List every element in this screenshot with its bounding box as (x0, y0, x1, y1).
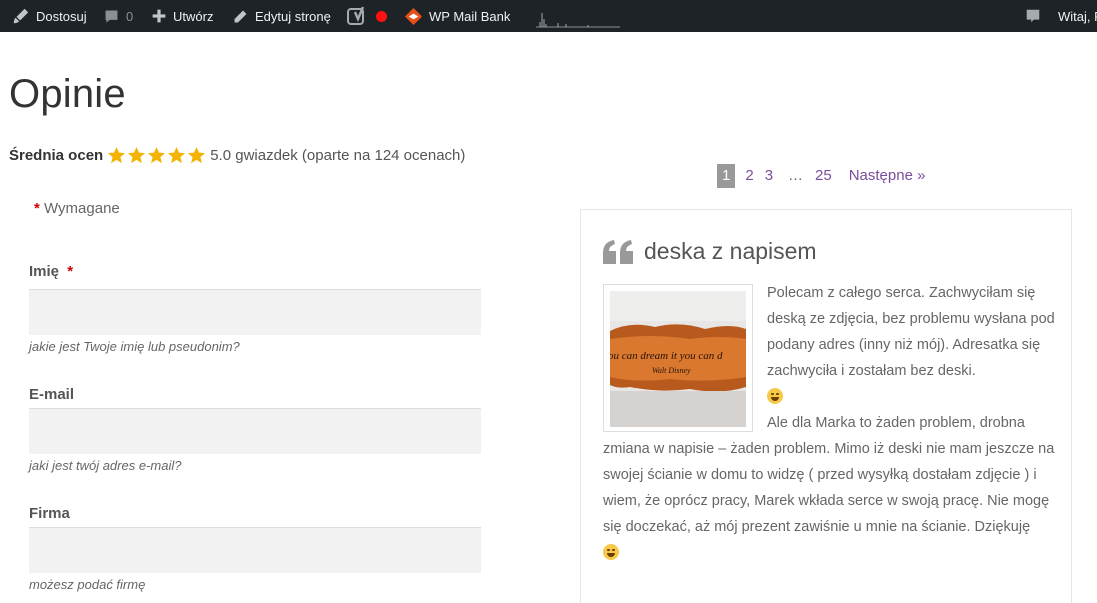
record-dot-icon (376, 10, 387, 22)
name-field[interactable] (29, 289, 481, 335)
plus-icon (152, 9, 166, 23)
rating-summary: 5.0 gwiazdek (oparte na 124 ocenach) (210, 146, 466, 164)
status-indicator[interactable] (376, 0, 387, 32)
account-menu[interactable]: Witaj, F (1058, 0, 1097, 32)
smile-emoji-icon (603, 544, 619, 560)
required-marker: * (34, 200, 40, 217)
comment-icon (105, 10, 118, 22)
brush-icon (13, 8, 29, 24)
star-icon (168, 146, 186, 163)
mail-bank-icon (404, 7, 423, 25)
stats-sparkline[interactable] (536, 10, 620, 28)
email-field[interactable] (29, 408, 481, 454)
rating-label: Średnia ocen (9, 146, 104, 164)
required-marker: * (67, 263, 74, 280)
review-title: deska z napisem (644, 238, 817, 264)
comments-link[interactable]: 0 (103, 0, 133, 32)
name-field-label: Imię * (29, 263, 73, 280)
email-field-label: E-mail (29, 386, 75, 403)
page-current: 1 (717, 164, 736, 188)
company-field[interactable] (29, 527, 481, 573)
star-icon (128, 146, 146, 163)
page-link-2[interactable]: 2 (741, 164, 757, 188)
yoast-icon (347, 6, 365, 25)
pencil-icon (234, 10, 247, 22)
page-ellipsis: … (788, 167, 804, 184)
email-help-text: jaki jest twój adres e-mail? (29, 458, 182, 473)
admin-bar: Dostosuj 0 Utwórz Edytuj stronę WP Mail … (0, 0, 1097, 32)
star-icon (148, 146, 166, 163)
quote-icon (603, 239, 633, 264)
customize-label: Dostosuj (36, 8, 87, 24)
page-link-3[interactable]: 3 (761, 164, 777, 188)
review-body: Polecam z całego serca. Zachwyciłam się … (603, 280, 1055, 566)
page-title: Opinie (9, 72, 126, 116)
edit-page-link[interactable]: Edytuj stronę (232, 0, 331, 32)
rating-stars (107, 146, 206, 165)
notification-icon (1026, 9, 1040, 23)
required-label: Wymagane (44, 200, 120, 217)
required-note: * Wymagane (34, 200, 120, 217)
star-icon (108, 146, 126, 163)
company-field-label: Firma (29, 505, 70, 522)
customize-link[interactable]: Dostosuj (12, 0, 87, 32)
comments-count: 0 (126, 8, 134, 24)
edit-page-label: Edytuj stronę (255, 8, 331, 24)
page-link-last[interactable]: 25 (811, 164, 836, 188)
average-rating: Średnia ocen 5.0 gwiazdek (oparte na 124… (9, 143, 465, 167)
review-paragraph-1: Polecam z całego serca. Zachwyciłam się … (767, 285, 1055, 379)
star-icon (188, 146, 206, 163)
name-help-text: jakie jest Twoje imię lub pseudonim? (29, 339, 240, 354)
wp-mail-bank-menu[interactable]: WP Mail Bank (404, 0, 510, 32)
new-content-link[interactable]: Utwórz (151, 0, 213, 32)
company-help-text: możesz podać firmę (29, 577, 146, 592)
new-content-label: Utwórz (173, 8, 214, 24)
yoast-seo-menu[interactable] (347, 0, 367, 32)
greeting-label: Witaj, F (1058, 8, 1097, 24)
mail-bank-label: WP Mail Bank (429, 8, 511, 24)
notifications-link[interactable] (1024, 0, 1042, 32)
review-heading: deska z napisem (603, 238, 817, 265)
review-paragraph-2: Ale dla Marka to żaden problem, drobna z… (603, 415, 1055, 535)
reviews-pagination: 1 2 3 … 25 Następne » (717, 164, 929, 188)
smile-emoji-icon (767, 388, 783, 404)
name-label-text: Imię (29, 263, 60, 280)
next-page-link[interactable]: Następne » (845, 164, 930, 188)
review-card: deska z napisem ou can dream it you can … (580, 209, 1072, 603)
